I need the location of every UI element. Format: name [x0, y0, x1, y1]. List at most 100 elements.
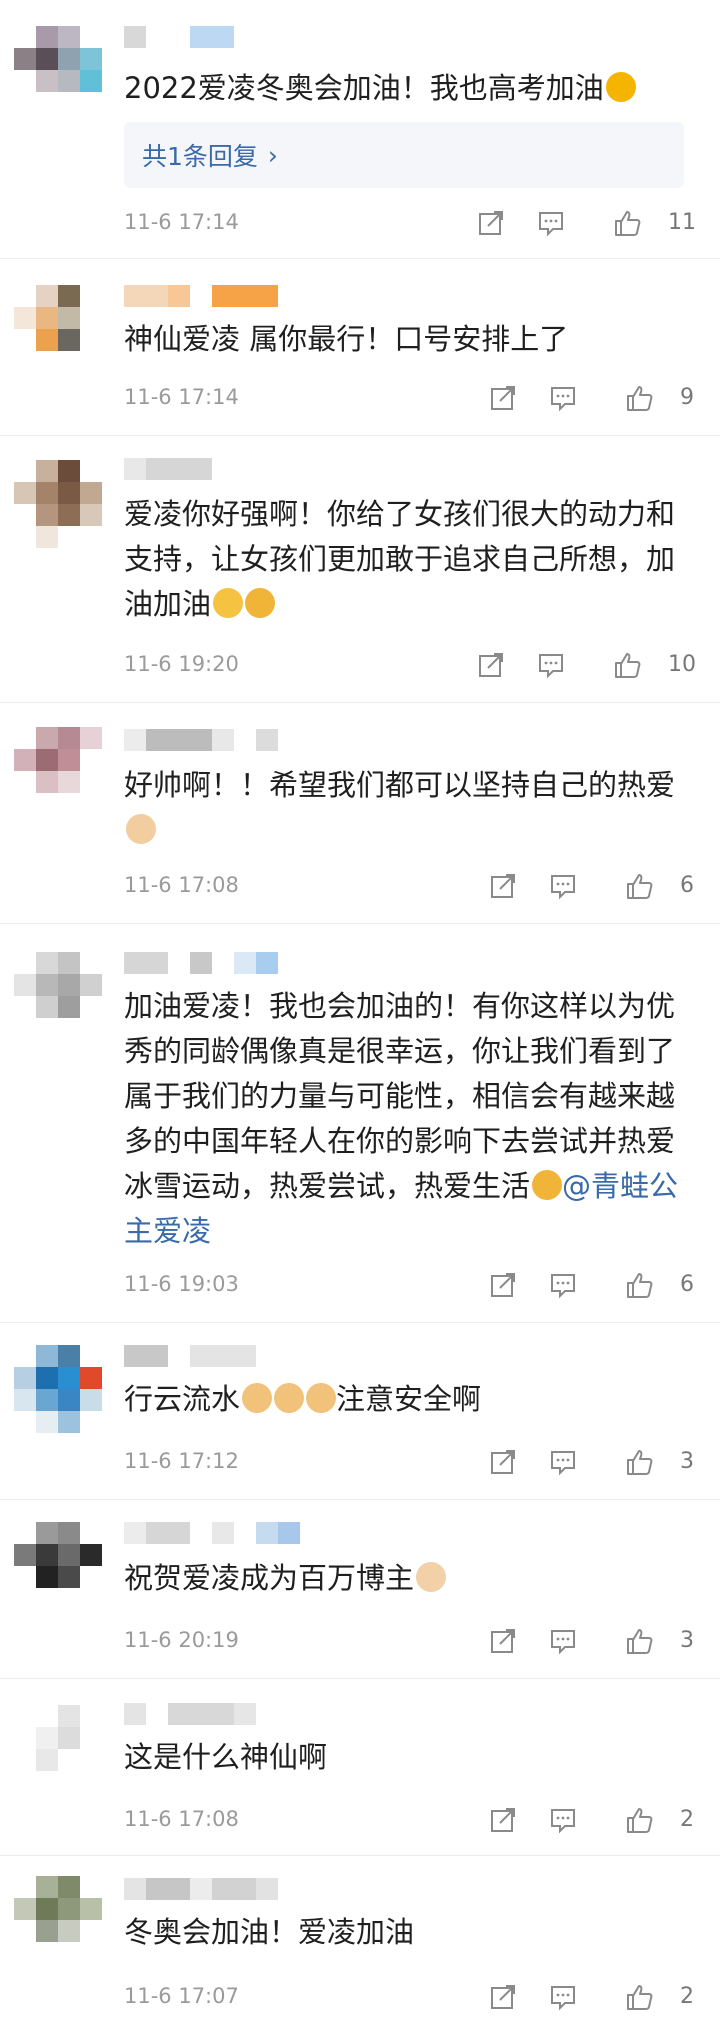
comment-icon[interactable]: [548, 1447, 582, 1481]
username[interactable]: [124, 1522, 300, 1544]
share-icon[interactable]: [488, 1447, 522, 1481]
like-count: 6: [680, 1272, 694, 1297]
replies-count-label: 共1条回复: [142, 142, 258, 171]
thumbs-up-emoji: [306, 1383, 337, 1413]
comment-text: 冬奥会加油！爱凌加油: [124, 1915, 415, 1949]
comment-feed: 2022爱凌冬奥会加油！我也高考加油 共1条回复 › 11-6 17:14 11…: [0, 0, 720, 2036]
comment-text: 爱凌你好强啊！你给了女孩们很大的动力和支持，让女孩们更加敢于追求自己所想，加油加…: [124, 497, 676, 621]
timestamp: 11-6 17:07: [124, 1984, 239, 2008]
like-count: 9: [680, 385, 694, 410]
timestamp: 11-6 17:14: [124, 385, 239, 409]
comment-meta: 11-6 17:12 3: [124, 1447, 720, 1481]
share-icon[interactable]: [488, 383, 522, 417]
comment-icon[interactable]: [548, 1626, 582, 1660]
username[interactable]: [124, 1878, 278, 1900]
clapping-hands-emoji: [416, 1562, 447, 1592]
comment-text: 加油爱凌！我也会加油的！有你这样以为优秀的同龄偶像真是很幸运，你让我们看到了属于…: [124, 989, 679, 1248]
comment-meta: 11-6 17:08 6: [124, 871, 720, 905]
thumbs-up-icon[interactable]: [612, 650, 646, 684]
share-icon[interactable]: [488, 1626, 522, 1660]
avatar[interactable]: [14, 285, 102, 373]
username[interactable]: [124, 952, 278, 974]
comment-item: 神仙爱凌 属你最行！口号安排上了 11-6 17:14 9: [0, 259, 720, 436]
timestamp: 11-6 17:14: [124, 210, 239, 234]
comment-meta: 11-6 20:19 3: [124, 1626, 720, 1660]
comment-item: 这是什么神仙啊 11-6 17:08 2: [0, 1679, 720, 1856]
username[interactable]: [124, 1345, 256, 1367]
screaming-face-emoji: [245, 588, 276, 618]
timestamp: 11-6 17:08: [124, 873, 239, 897]
comment-text: 神仙爱凌 属你最行！口号安排上了: [124, 322, 569, 356]
username[interactable]: [124, 285, 278, 307]
thumbs-up-icon[interactable]: [624, 1270, 658, 1304]
username[interactable]: [124, 1703, 256, 1725]
comment-meta: 11-6 17:08 2: [124, 1805, 720, 1839]
thumbs-up-icon[interactable]: [624, 1805, 658, 1839]
like-count: 2: [680, 1984, 694, 2009]
comment-text: 这是什么神仙啊: [124, 1740, 328, 1774]
comment-text: 行云流水 注意安全啊: [124, 1382, 482, 1416]
avatar[interactable]: [14, 1705, 102, 1793]
comment-item: 行云流水 注意安全啊 11-6 17:12 3: [0, 1323, 720, 1500]
like-count: 2: [680, 1807, 694, 1832]
share-icon[interactable]: [476, 650, 510, 684]
comment-icon[interactable]: [548, 1805, 582, 1839]
avatar[interactable]: [14, 727, 102, 815]
thumbs-up-icon[interactable]: [624, 871, 658, 905]
username[interactable]: [124, 26, 234, 48]
flexed-biceps-emoji: [605, 72, 636, 102]
comment-icon[interactable]: [548, 871, 582, 905]
chevron-right-icon: ›: [267, 140, 278, 170]
comment-item: 冬奥会加油！爱凌加油 11-6 17:07 2: [0, 1856, 720, 2036]
comment-item: 爱凌你好强啊！你给了女孩们很大的动力和支持，让女孩们更加敢于追求自己所想，加油加…: [0, 436, 720, 703]
avatar[interactable]: [14, 1522, 102, 1610]
comment-item: 2022爱凌冬奥会加油！我也高考加油 共1条回复 › 11-6 17:14 11: [0, 0, 720, 259]
comment-text: 2022爱凌冬奥会加油！我也高考加油: [124, 66, 684, 111]
comment-text: 好帅啊！！希望我们都可以坚持自己的热爱: [124, 763, 684, 853]
comment-icon[interactable]: [548, 1270, 582, 1304]
comment-meta: 11-6 19:03 6: [124, 1270, 720, 1304]
flexed-biceps-emoji: [126, 814, 156, 844]
timestamp: 11-6 17:12: [124, 1449, 239, 1473]
comment-item: 加油爱凌！我也会加油的！有你这样以为优秀的同龄偶像真是很幸运，你让我们看到了属于…: [0, 924, 720, 1323]
tears-of-joy-emoji: [213, 588, 244, 618]
username[interactable]: [124, 729, 278, 751]
avatar[interactable]: [14, 1876, 102, 1964]
like-count: 10: [668, 652, 696, 677]
comment-icon[interactable]: [536, 208, 570, 242]
avatar[interactable]: [14, 1345, 102, 1433]
avatar[interactable]: [14, 26, 102, 114]
avatar[interactable]: [14, 460, 102, 548]
like-count: 11: [668, 210, 696, 235]
share-icon[interactable]: [488, 1805, 522, 1839]
thumbs-up-emoji: [242, 1383, 273, 1413]
thumbs-up-icon[interactable]: [624, 1982, 658, 2016]
comment-item: 好帅啊！！希望我们都可以坚持自己的热爱 11-6 17:08 6: [0, 703, 720, 924]
comment-item: 祝贺爱凌成为百万博主 11-6 20:19 3: [0, 1500, 720, 1679]
like-count: 6: [680, 873, 694, 898]
username[interactable]: [124, 458, 212, 480]
screaming-face-emoji: [532, 1170, 563, 1200]
comment-icon[interactable]: [536, 650, 570, 684]
thumbs-up-icon[interactable]: [624, 383, 658, 417]
timestamp: 11-6 17:08: [124, 1807, 239, 1831]
share-icon[interactable]: [488, 1982, 522, 2016]
avatar[interactable]: [14, 952, 102, 1040]
like-count: 3: [680, 1628, 694, 1653]
view-replies-button[interactable]: 共1条回复 ›: [124, 122, 684, 188]
timestamp: 11-6 19:20: [124, 652, 239, 676]
thumbs-up-icon[interactable]: [612, 208, 646, 242]
comment-meta: 11-6 17:14 11: [124, 208, 720, 242]
thumbs-up-icon[interactable]: [624, 1447, 658, 1481]
timestamp: 11-6 19:03: [124, 1272, 239, 1296]
timestamp: 11-6 20:19: [124, 1628, 239, 1652]
comment-icon[interactable]: [548, 383, 582, 417]
thumbs-up-icon[interactable]: [624, 1626, 658, 1660]
share-icon[interactable]: [488, 871, 522, 905]
comment-icon[interactable]: [548, 1982, 582, 2016]
like-count: 3: [680, 1449, 694, 1474]
comment-meta: 11-6 17:14 9: [124, 383, 720, 417]
share-icon[interactable]: [488, 1270, 522, 1304]
comment-meta: 11-6 19:20 10: [124, 650, 720, 684]
share-icon[interactable]: [476, 208, 510, 242]
